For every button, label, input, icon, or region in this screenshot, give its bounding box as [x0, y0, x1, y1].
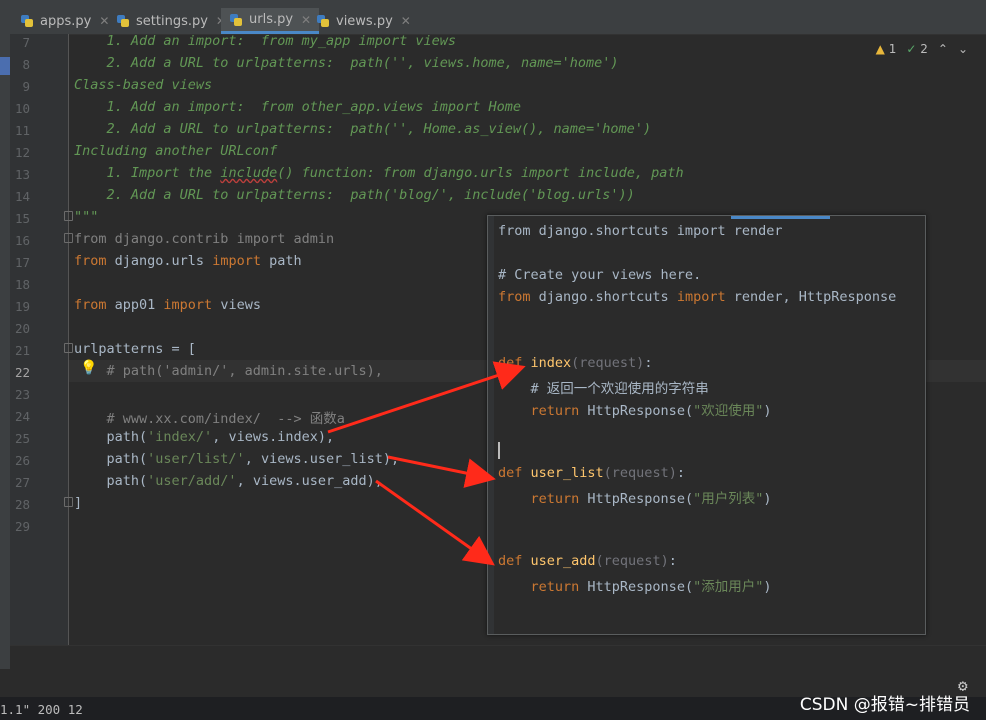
check-icon: ✓ — [906, 42, 917, 56]
close-icon[interactable]: ✕ — [301, 13, 311, 27]
line-number: 22 — [14, 365, 30, 380]
code-line: urlpatterns = [ — [74, 341, 196, 357]
code-line: 2. Add a URL to urlpatterns: path('', Ho… — [74, 121, 652, 137]
line-number: 9 — [22, 79, 30, 94]
code-line: # path('admin/', admin.site.urls), — [74, 363, 383, 379]
code-line: path('user/add/', views.user_add), — [74, 473, 383, 489]
fold-marker-icon[interactable] — [64, 233, 73, 243]
watermark: CSDN @报错~排错员 — [799, 695, 970, 715]
line-number: 19 — [14, 299, 30, 314]
tool-window-strip — [0, 34, 10, 669]
code-line: 1. Add an import: from my_app import vie… — [74, 33, 457, 49]
code-line: from django.urls import path — [74, 253, 302, 269]
python-file-icon — [20, 14, 34, 28]
tab-label: urls.py — [249, 12, 294, 27]
arrow-user-add — [375, 479, 495, 566]
line-number: 24 — [14, 409, 30, 424]
line-number: 21 — [14, 343, 30, 358]
function-def-user-add: def user_add(request): — [498, 553, 677, 569]
code-line: from app01 import views — [74, 297, 261, 313]
code-line: # 返回一个欢迎使用的字符串 — [498, 381, 709, 397]
line-number: 28 — [14, 497, 30, 512]
line-number: 26 — [14, 453, 30, 468]
code-line: 1. Add an import: from other_app.views i… — [74, 99, 522, 115]
code-line: 2. Add a URL to urlpatterns: path('blog/… — [74, 187, 635, 203]
fold-marker-icon[interactable] — [64, 211, 73, 221]
editor-tab-bar: apps.py ✕ settings.py ✕ urls.py ✕ views.… — [0, 0, 986, 35]
line-number: 12 — [14, 145, 30, 160]
views-py-preview-panel: from django.shortcuts import render # Cr… — [487, 215, 926, 635]
code-line: from django.contrib import admin — [74, 231, 335, 247]
function-def-index: def index(request): — [498, 355, 653, 371]
console-output: 1.1" 200 12 — [0, 702, 83, 717]
code-line: Including another URLconf — [74, 143, 278, 159]
tab-label: views.py — [336, 13, 393, 29]
line-number: 7 — [22, 35, 30, 50]
python-file-icon — [116, 14, 130, 28]
warning-icon: ▲ — [875, 42, 885, 56]
chevron-up-icon[interactable]: ⌃ — [938, 42, 948, 56]
horizontal-scrollbar[interactable] — [10, 645, 986, 670]
panel-accent-bar — [731, 216, 830, 219]
tab-views-py[interactable]: views.py ✕ — [316, 8, 411, 34]
line-number: 20 — [14, 321, 30, 336]
close-icon[interactable]: ✕ — [401, 14, 411, 28]
tab-urls-py[interactable]: urls.py ✕ — [221, 8, 320, 34]
code-line: from django.shortcuts import render — [498, 223, 783, 239]
python-file-icon — [316, 14, 330, 28]
code-line: Class-based views — [74, 77, 213, 93]
code-line: """ — [74, 209, 99, 225]
line-number: 14 — [14, 189, 30, 204]
fold-marker-icon[interactable] — [64, 497, 73, 507]
chevron-down-icon[interactable]: ⌄ — [958, 42, 968, 56]
line-number: 13 — [14, 167, 30, 182]
close-icon[interactable]: ✕ — [99, 14, 109, 28]
line-number: 8 — [22, 57, 30, 72]
fold-marker-icon[interactable] — [64, 343, 73, 353]
code-line: ] — [74, 495, 83, 511]
code-line: return HttpResponse("添加用户") — [498, 579, 772, 595]
line-number: 27 — [14, 475, 30, 490]
code-line: from django.shortcuts import render, Htt… — [498, 289, 897, 305]
tab-settings-py[interactable]: settings.py ✕ — [116, 8, 226, 34]
line-number: 25 — [14, 431, 30, 446]
code-line: return HttpResponse("欢迎使用") — [498, 403, 772, 419]
panel-gutter — [488, 216, 494, 634]
line-number: 29 — [14, 519, 30, 534]
code-line: path('index/', views.index), — [74, 429, 335, 445]
code-line: path('user/list/', views.user_list), — [74, 451, 400, 467]
code-line: 1. Import the include() function: from d… — [74, 165, 684, 181]
tool-window-marker[interactable] — [0, 57, 10, 75]
code-line: # Create your views here. — [498, 267, 702, 283]
line-number: 10 — [14, 101, 30, 116]
tab-label: settings.py — [136, 13, 208, 29]
line-number: 15 — [14, 211, 30, 226]
tab-apps-py[interactable]: apps.py ✕ — [20, 8, 109, 34]
function-def-user-list: def user_list(request): — [498, 465, 685, 481]
text-caret — [498, 442, 500, 459]
arrow-user-list — [387, 455, 496, 488]
gutter-divider — [68, 34, 69, 645]
tab-label: apps.py — [40, 13, 92, 29]
line-number: 18 — [14, 277, 30, 292]
code-line: return HttpResponse("用户列表") — [498, 491, 772, 507]
python-file-icon — [229, 13, 243, 27]
line-number: 11 — [14, 123, 30, 138]
weak-warning-count[interactable]: ✓ 2 — [906, 42, 928, 56]
code-line: # www.xx.com/index/ --> 函数a — [74, 411, 345, 427]
line-number: 23 — [14, 387, 30, 402]
line-number: 16 — [14, 233, 30, 248]
code-line: 2. Add a URL to urlpatterns: path('', vi… — [74, 55, 619, 71]
warning-count[interactable]: ▲ 1 — [876, 42, 897, 56]
line-number: 17 — [14, 255, 30, 270]
inspection-widget[interactable]: ▲ 1 ✓ 2 ⌃ ⌄ — [876, 42, 968, 56]
